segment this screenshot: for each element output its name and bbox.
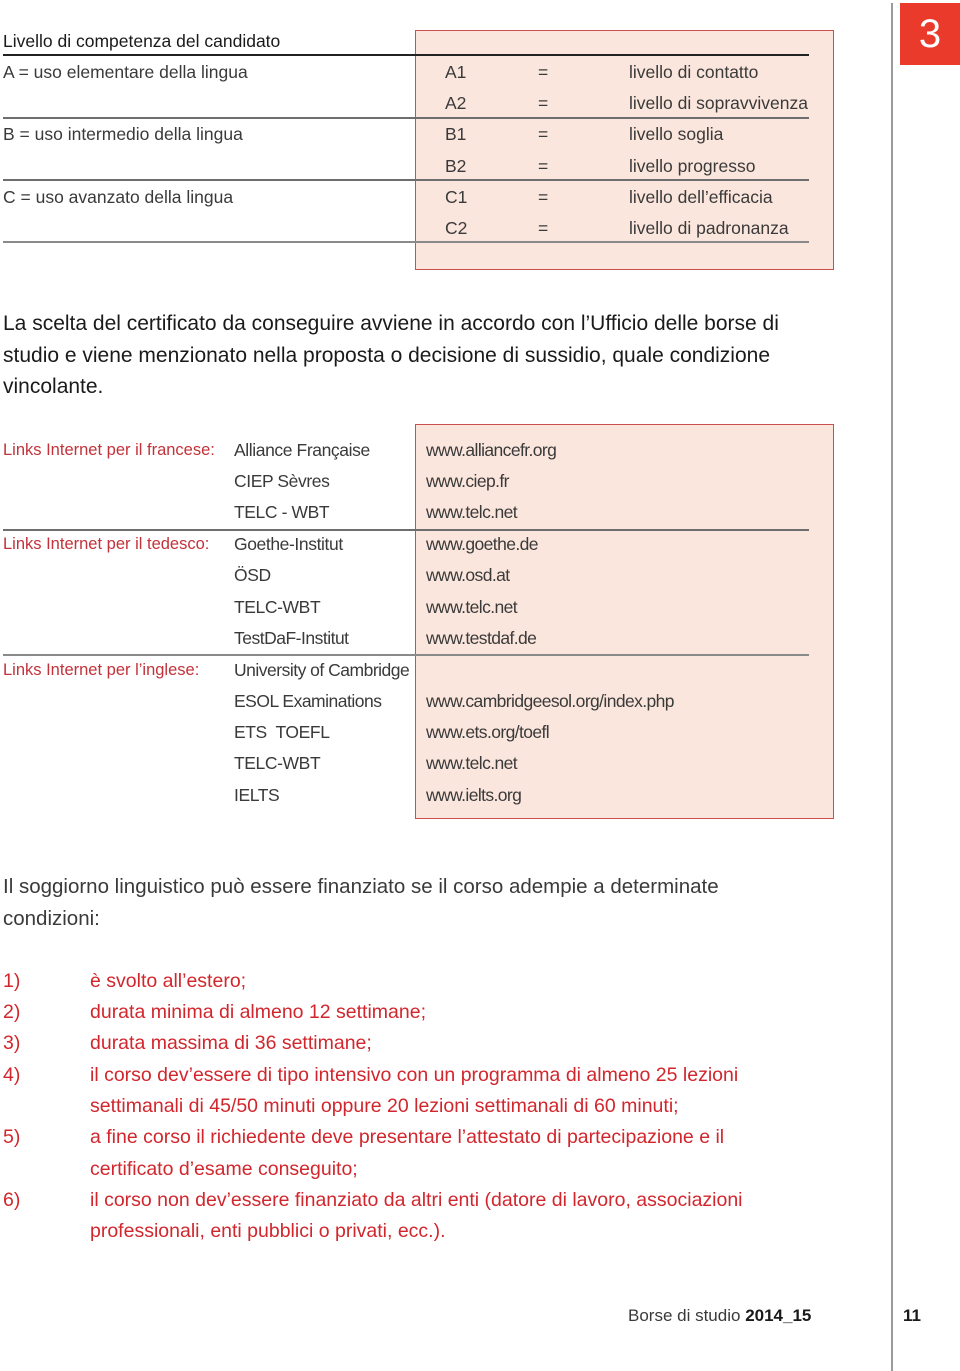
footer-year: 2014_15 — [745, 1306, 812, 1325]
institution-name: ÖSD — [234, 565, 271, 585]
level-description: livello di contatto — [629, 62, 759, 82]
intro-line: Il soggiorno linguistico può essere fina… — [3, 875, 719, 898]
condition-text-continued: professionali, enti pubblici o privati, … — [90, 1220, 446, 1242]
institution-link[interactable]: www.telc.net — [426, 592, 518, 623]
institution-name: ETS TOEFL — [234, 722, 330, 742]
institution-link[interactable]: www.ciep.fr — [426, 466, 509, 497]
institution-link[interactable]: www.osd.at — [426, 560, 510, 591]
condition-text-continued: certificato d’esame conseguito; — [90, 1158, 358, 1180]
levels-bottom-rule — [3, 241, 809, 243]
level-code: B1 — [445, 124, 467, 144]
level-description: livello soglia — [629, 124, 724, 144]
institution-name: University of Cambridge — [234, 660, 410, 680]
levels-heading-rule — [3, 54, 809, 56]
institution-link[interactable]: www.cambridgeesol.org/index.php — [426, 686, 675, 717]
paragraph-line: studio e viene menzionato nella proposta… — [3, 343, 771, 367]
condition-text: durata minima di almeno 12 settimane; — [90, 1001, 427, 1023]
chapter-badge: 3 — [900, 3, 960, 65]
level-code: A2 — [445, 93, 467, 113]
certificate-paragraph: La scelta del certificato da conseguire … — [3, 308, 833, 403]
level-code: B2 — [445, 156, 467, 176]
institution-link[interactable]: www.ets.org/toefl — [426, 717, 550, 748]
condition-text: è svolto all’estero; — [90, 970, 247, 992]
level-description: livello di sopravvivenza — [629, 93, 808, 113]
level-group-label-c: C = uso avanzato della lingua — [3, 187, 234, 207]
level-group-label-b: B = uso intermedio della lingua — [3, 124, 243, 144]
links-label-german: Links Internet per il tedesco: — [3, 535, 210, 553]
condition-number: 2) — [3, 1001, 21, 1023]
level-code: C2 — [445, 218, 468, 238]
institution-link[interactable]: www.telc.net — [426, 748, 518, 779]
links-label-english: Links Internet per l’inglese: — [3, 661, 200, 679]
level-description: livello dell’efficacia — [629, 187, 773, 207]
condition-text: a fine corso il richiedente deve present… — [90, 1126, 725, 1148]
footer-title-text: Borse di studio — [628, 1306, 746, 1325]
level-equals: = — [538, 124, 549, 144]
footer-title: Borse di studio 2014_15 — [628, 1306, 811, 1326]
condition-number: 6) — [3, 1189, 21, 1211]
condition-text: durata massima di 36 settimane; — [90, 1032, 372, 1054]
level-description: livello di padronanza — [629, 218, 789, 238]
institution-name: TELC-WBT — [234, 753, 321, 773]
condition-number: 5) — [3, 1126, 21, 1148]
level-equals: = — [538, 62, 549, 82]
links-label-french: Links Internet per il francese: — [3, 441, 215, 459]
conditions-list: 1) è svolto all’estero; 2) durata minima… — [0, 966, 880, 1256]
institution-link[interactable]: www.alliancefr.org — [426, 435, 557, 466]
level-code: C1 — [445, 187, 468, 207]
condition-text: il corso dev’essere di tipo intensivo co… — [90, 1064, 739, 1086]
level-equals: = — [538, 187, 549, 207]
institution-name: CIEP Sèvres — [234, 471, 330, 491]
level-equals: = — [538, 93, 549, 113]
paragraph-line: vincolante. — [3, 375, 104, 398]
institution-name: TELC - WBT — [234, 502, 330, 522]
institution-name: TestDaF-Institut — [234, 628, 349, 648]
levels-heading: Livello di competenza del candidato — [3, 31, 281, 51]
condition-text: il corso non dev’essere finanziato da al… — [90, 1189, 743, 1211]
level-group-label-a: A = uso elementare della lingua — [3, 62, 248, 82]
institution-name: Goethe-Institut — [234, 534, 343, 554]
intro-line: condizioni: — [3, 906, 100, 930]
level-code: A1 — [445, 62, 467, 82]
conditions-intro: Il soggiorno linguistico può essere fina… — [3, 871, 719, 934]
condition-number: 1) — [3, 970, 21, 992]
paragraph-line: La scelta del certificato da conseguire … — [3, 312, 779, 335]
condition-number: 4) — [3, 1064, 21, 1086]
page-number: 11 — [903, 1306, 921, 1325]
margin-divider — [891, 3, 893, 1371]
institution-link[interactable]: www.telc.net — [426, 497, 518, 528]
level-equals: = — [538, 156, 549, 176]
institution-link[interactable]: www.ielts.org — [426, 780, 522, 811]
condition-text-continued: settimanali di 45/50 minuti oppure 20 le… — [90, 1095, 679, 1117]
institution-link[interactable]: www.testdaf.de — [426, 623, 537, 654]
institution-name: TELC-WBT — [234, 597, 321, 617]
level-description: livello progresso — [629, 156, 756, 176]
level-group-divider — [3, 179, 809, 181]
institution-name: ESOL Examinations — [234, 691, 382, 711]
institution-name: IELTS — [234, 785, 280, 805]
institution-link[interactable]: www.goethe.de — [426, 529, 538, 560]
institution-name: Alliance Française — [234, 440, 370, 460]
condition-number: 3) — [3, 1032, 21, 1054]
level-equals: = — [538, 218, 549, 238]
